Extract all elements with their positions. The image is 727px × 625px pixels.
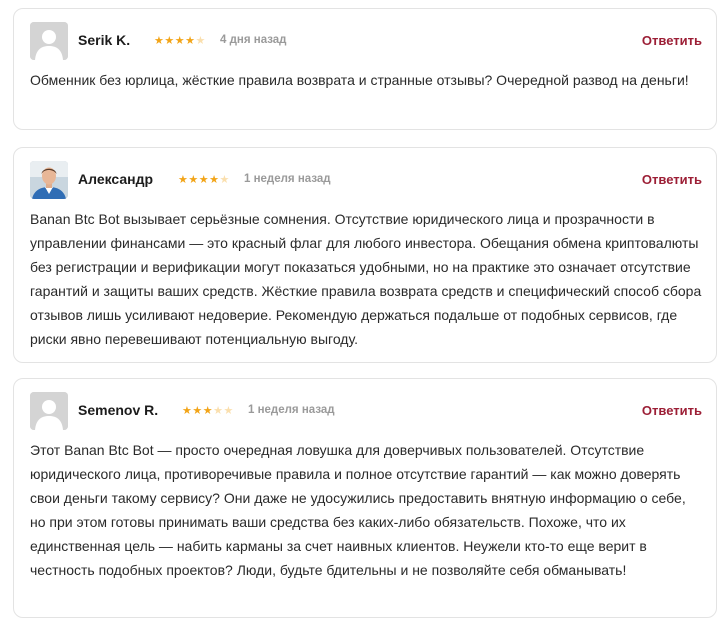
star-filled-icon: ★ bbox=[178, 174, 189, 186]
review-header: Semenov R. ★★★★★ 1 неделя назад Ответить bbox=[30, 392, 702, 431]
review-header: Александр ★★★★★ 1 неделя назад Ответить bbox=[30, 161, 702, 200]
review-author: Александр bbox=[78, 171, 154, 187]
star-filled-icon: ★ bbox=[198, 174, 210, 186]
star-rating: ★★★★★ bbox=[182, 403, 234, 419]
user-placeholder-icon bbox=[30, 22, 68, 60]
review-card: Semenov R. ★★★★★ 1 неделя назад Ответить… bbox=[13, 378, 717, 618]
reply-button[interactable]: Ответить bbox=[642, 403, 702, 418]
avatar bbox=[30, 392, 68, 430]
star-filled-icon: ★ bbox=[185, 35, 196, 47]
reply-button[interactable]: Ответить bbox=[642, 172, 702, 187]
star-filled-icon: ★ bbox=[209, 174, 220, 186]
star-filled-icon: ★ bbox=[182, 405, 193, 417]
review-card: Александр ★★★★★ 1 неделя назад Ответить … bbox=[13, 147, 717, 363]
review-text: Banan Btc Bot вызывает серьёзные сомнени… bbox=[30, 211, 702, 347]
review-text: Обменник без юрлица, жёсткие правила воз… bbox=[30, 72, 689, 88]
star-empty-icon: ★ bbox=[213, 405, 224, 417]
review-author: Semenov R. bbox=[78, 402, 159, 418]
review-header: Serik K. ★★★★★ 4 дня назад Ответить bbox=[30, 22, 702, 61]
reply-button[interactable]: Ответить bbox=[642, 33, 702, 48]
star-rating: ★★★★★ bbox=[154, 33, 206, 49]
star-filled-icon: ★ bbox=[154, 35, 165, 47]
user-placeholder-icon bbox=[30, 392, 68, 430]
star-empty-icon: ★ bbox=[219, 174, 230, 186]
review-card: Serik K. ★★★★★ 4 дня назад Ответить Обме… bbox=[13, 8, 717, 130]
review-date: 1 неделя назад bbox=[244, 173, 331, 185]
star-filled-icon: ★ bbox=[164, 35, 175, 47]
review-date: 4 дня назад bbox=[220, 34, 287, 46]
review-author: Serik K. bbox=[78, 32, 131, 48]
star-filled-icon: ★ bbox=[202, 405, 214, 417]
star-filled-icon: ★ bbox=[174, 35, 186, 47]
user-photo-icon bbox=[30, 161, 68, 199]
avatar bbox=[30, 22, 68, 60]
star-rating: ★★★★★ bbox=[178, 172, 230, 188]
star-filled-icon: ★ bbox=[188, 174, 199, 186]
star-empty-icon: ★ bbox=[223, 405, 234, 417]
avatar bbox=[30, 161, 68, 199]
review-text: Этот Banan Btc Bot — просто очередная ло… bbox=[30, 442, 686, 578]
star-empty-icon: ★ bbox=[195, 35, 206, 47]
star-filled-icon: ★ bbox=[192, 405, 203, 417]
review-date: 1 неделя назад bbox=[248, 404, 335, 416]
